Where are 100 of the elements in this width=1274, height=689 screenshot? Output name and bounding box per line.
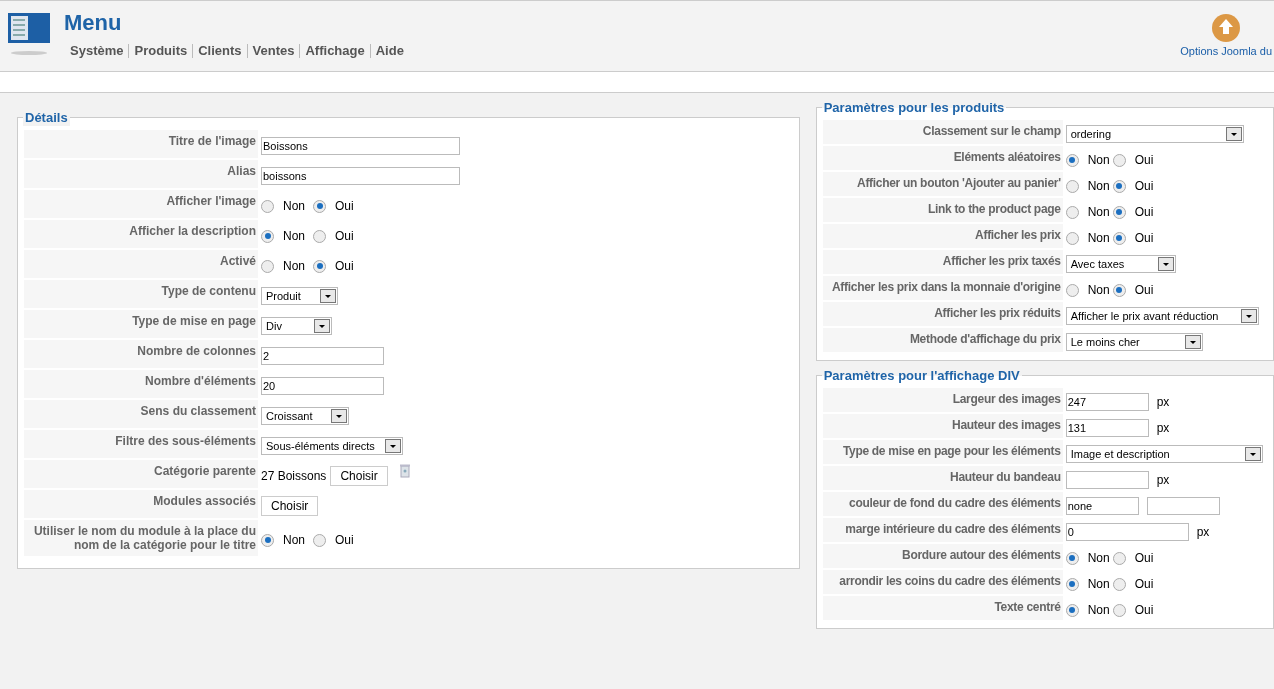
dropdown[interactable]: Croissant	[261, 407, 349, 425]
dropdown[interactable]: Afficher le prix avant réduction	[1065, 307, 1259, 325]
input-field[interactable]	[1065, 471, 1149, 489]
radio-button[interactable]	[1065, 603, 1079, 617]
radio-button[interactable]	[1065, 153, 1079, 167]
input-field[interactable]: Boissons	[261, 137, 460, 155]
radio-label: Oui	[1134, 577, 1154, 591]
field-label: Afficher les prix réduits	[822, 302, 1063, 326]
field-label: Bordure autour des éléments	[822, 544, 1063, 568]
nav-link[interactable]: Clients	[198, 43, 242, 58]
radio-button[interactable]	[1065, 283, 1079, 297]
radio-label: Non	[1087, 283, 1110, 297]
radio-button[interactable]	[1112, 205, 1126, 219]
input-field[interactable]: 247	[1065, 393, 1149, 411]
radio-button[interactable]	[1112, 551, 1126, 565]
choose-button[interactable]: Choisir	[330, 466, 388, 486]
choose-button[interactable]: Choisir	[261, 496, 319, 516]
radio-button[interactable]	[1112, 153, 1126, 167]
nav-link[interactable]: Produits	[134, 43, 188, 58]
radio-button[interactable]	[1112, 603, 1126, 617]
nav-link[interactable]: Affichage	[305, 43, 365, 58]
radio-label: Non	[1087, 179, 1110, 193]
nav-link[interactable]: Ventes	[252, 43, 295, 58]
radio-button[interactable]	[313, 259, 326, 273]
radio-button[interactable]	[313, 533, 326, 547]
dropdown[interactable]: Image et description	[1065, 445, 1263, 463]
radio-label: Non	[283, 533, 305, 547]
unit-label: px	[1156, 395, 1170, 409]
input-field[interactable]: 0	[1065, 523, 1189, 541]
field-label: Nombre de colonnes	[24, 340, 258, 368]
radio-label: Oui	[1134, 153, 1154, 167]
radio-label: Oui	[1134, 603, 1154, 617]
dropdown[interactable]: Avec taxes	[1065, 255, 1176, 273]
radio-label: Non	[283, 229, 305, 243]
input-field[interactable]: 2	[261, 347, 384, 365]
nav-link[interactable]: Système	[70, 43, 124, 58]
field-label: Sens du classement	[24, 400, 258, 428]
unit-label: px	[1156, 421, 1170, 435]
radio-button[interactable]	[1112, 179, 1126, 193]
radio-button[interactable]	[261, 199, 274, 213]
options-link[interactable]: Options Joomla du	[1180, 45, 1272, 57]
radio-button[interactable]	[313, 229, 326, 243]
dropdown[interactable]: ordering	[1065, 125, 1244, 143]
radio-button[interactable]	[1065, 179, 1079, 193]
field-label: Largeur des images	[822, 388, 1063, 412]
section-title: Paramètres pour les produits	[821, 100, 1007, 116]
category-value: 27 Boissons	[261, 469, 327, 483]
radio-label: Oui	[335, 229, 354, 243]
menu-screen-icon	[8, 13, 50, 57]
field-label: Afficher la description	[24, 220, 258, 248]
radio-label: Oui	[1134, 283, 1154, 297]
radio-button[interactable]	[261, 533, 274, 547]
field-label: Nombre d'éléments	[24, 370, 258, 398]
radio-button[interactable]	[1112, 231, 1126, 245]
radio-label: Non	[1087, 551, 1110, 565]
input-field[interactable]: boissons	[261, 167, 460, 185]
field-label: Type de mise en page	[24, 310, 258, 338]
radio-button[interactable]	[1065, 205, 1079, 219]
radio-label: Oui	[335, 259, 354, 273]
field-label: Hauteur du bandeau	[822, 466, 1063, 490]
input-field[interactable]: 20	[261, 377, 384, 395]
radio-button[interactable]	[313, 199, 326, 213]
field-label: Titre de l'image	[24, 130, 258, 158]
field-label: Afficher les prix dans la monnaie d'origine	[822, 276, 1063, 300]
radio-label: Non	[1087, 153, 1110, 167]
field-label: Afficher les prix taxés	[822, 250, 1063, 274]
dropdown[interactable]: Le moins cher	[1065, 333, 1203, 351]
radio-label: Non	[1087, 231, 1110, 245]
field-label: Modules associés	[24, 490, 258, 518]
dropdown[interactable]: Div	[261, 317, 332, 335]
field-label: Afficher les prix	[822, 224, 1063, 248]
input-field[interactable]: 131	[1065, 419, 1149, 437]
input-field[interactable]: none	[1065, 497, 1139, 515]
radio-button[interactable]	[1112, 577, 1126, 591]
dropdown[interactable]: Sous-éléments directs	[261, 437, 403, 455]
radio-label: Oui	[1134, 205, 1154, 219]
radio-label: Oui	[1134, 179, 1154, 193]
radio-button[interactable]	[1065, 551, 1079, 565]
dropdown[interactable]: Produit	[261, 287, 338, 305]
radio-button[interactable]	[1065, 577, 1079, 591]
page-title: Menu	[64, 10, 123, 36]
input-field[interactable]	[1146, 497, 1220, 515]
radio-label: Non	[1087, 205, 1110, 219]
field-label: Catégorie parente	[24, 460, 258, 488]
unit-label: px	[1156, 473, 1170, 487]
radio-button[interactable]	[1112, 283, 1126, 297]
section-title: Détails	[23, 110, 70, 126]
radio-button[interactable]	[1065, 231, 1079, 245]
radio-label: Oui	[335, 533, 354, 547]
field-label: arrondir les coins du cadre des éléments	[822, 570, 1063, 594]
field-label: Filtre des sous-éléments	[24, 430, 258, 458]
field-label: Link to the product page	[822, 198, 1063, 222]
field-label: Methode d'affichage du prix	[822, 328, 1063, 352]
radio-button[interactable]	[261, 229, 274, 243]
radio-button[interactable]	[261, 259, 274, 273]
nav-link[interactable]: Aide	[375, 43, 404, 58]
field-label: Afficher l'image	[24, 190, 258, 218]
field-label: Afficher un bouton 'Ajouter au panier'	[822, 172, 1063, 196]
radio-label: Non	[1087, 603, 1110, 617]
field-label: Type de contenu	[24, 280, 258, 308]
